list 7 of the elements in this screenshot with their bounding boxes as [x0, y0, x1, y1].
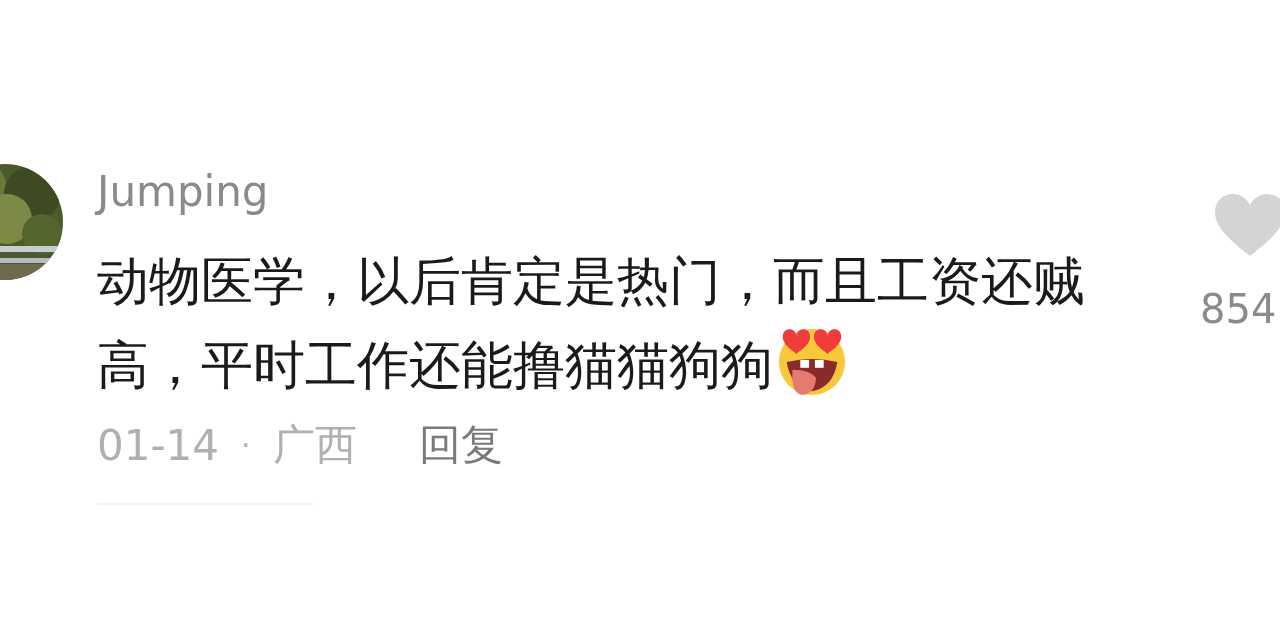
like-count: 854: [1200, 286, 1277, 332]
comment-text: 动物医学，以后肯定是热门，而且工资还贼高，平时工作还能撸猫猫狗狗: [97, 250, 1086, 399]
like-heart-icon[interactable]: [1215, 194, 1280, 258]
comment-location: 广西: [272, 419, 357, 471]
reply-button[interactable]: 回复: [418, 417, 503, 473]
separator-dot: ·: [241, 427, 251, 463]
comment-date: 01-14: [97, 420, 220, 470]
